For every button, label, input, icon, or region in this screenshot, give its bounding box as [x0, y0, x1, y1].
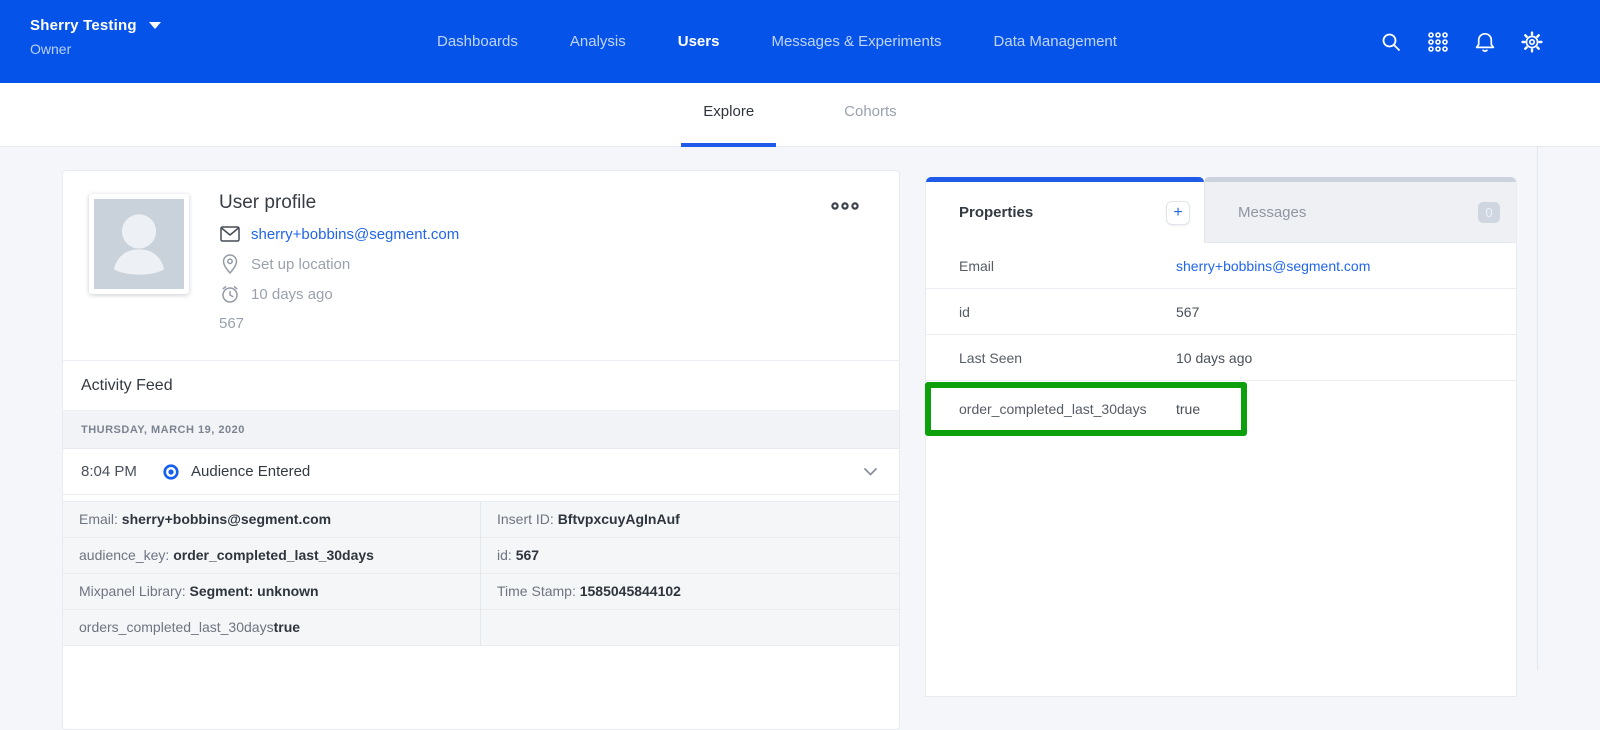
property-value: 10 days ago	[1176, 350, 1252, 366]
property-key: id	[926, 304, 1176, 320]
tab-messages[interactable]: Messages 0	[1204, 177, 1516, 243]
profile-distinct-id: 567	[219, 315, 459, 332]
nav-item-messages-experiments[interactable]: Messages & Experiments	[771, 33, 941, 50]
activity-date-header: THURSDAY, MARCH 19, 2020	[63, 411, 899, 449]
property-key: order_completed_last_30days	[926, 401, 1176, 417]
audience-entered-icon	[163, 464, 179, 480]
workspace-name: Sherry Testing	[30, 17, 137, 34]
clock-icon	[219, 284, 241, 304]
nav-item-analysis[interactable]: Analysis	[570, 33, 626, 50]
property-row-email: Email sherry+bobbins@segment.com	[926, 243, 1516, 289]
property-row-last-seen: Last Seen 10 days ago	[926, 335, 1516, 381]
profile-email-row: sherry+bobbins@segment.com	[219, 224, 459, 244]
collapse-chevron-icon[interactable]	[864, 468, 877, 476]
search-icon[interactable]	[1379, 30, 1403, 54]
detail-value: 567	[516, 547, 539, 563]
event-detail-cell: Mixpanel Library: Segment: unknown	[63, 574, 481, 610]
detail-value: true	[274, 619, 300, 635]
event-detail-cell	[481, 610, 899, 646]
envelope-icon	[219, 226, 241, 242]
workspace-switcher[interactable]: Sherry Testing Owner	[30, 17, 161, 57]
nav-item-users[interactable]: Users	[678, 33, 720, 50]
messages-count-badge: 0	[1478, 202, 1500, 223]
tab-properties-label: Properties	[959, 204, 1033, 221]
tab-messages-label: Messages	[1238, 204, 1306, 221]
profile-location-value[interactable]: Set up location	[251, 256, 350, 273]
properties-panel: Properties + Messages 0 Email sherry+bob…	[925, 177, 1517, 697]
detail-label: Mixpanel Library:	[79, 583, 190, 599]
profile-lastseen-row: 10 days ago	[219, 284, 459, 304]
property-key: Last Seen	[926, 350, 1176, 366]
panel-tabs: Properties + Messages 0	[926, 177, 1516, 243]
detail-label: Email:	[79, 511, 122, 527]
avatar	[89, 194, 189, 294]
event-name: Audience Entered	[191, 463, 310, 480]
tab-properties[interactable]: Properties +	[926, 177, 1204, 243]
property-value: 567	[1176, 304, 1199, 320]
detail-label: orders_completed_last_30days	[79, 619, 274, 635]
activity-event-row[interactable]: 8:04 PM Audience Entered	[63, 449, 899, 495]
tab-explore[interactable]: Explore	[681, 103, 776, 147]
nav-item-dashboards[interactable]: Dashboards	[437, 33, 518, 50]
chevron-down-icon	[149, 22, 161, 29]
detail-value: BftvpxcuyAgInAuf	[558, 511, 680, 527]
topbar-icons	[1379, 0, 1544, 83]
more-options-icon[interactable]	[831, 201, 859, 211]
property-key: Email	[926, 258, 1176, 274]
content-edge-divider	[1537, 147, 1538, 670]
event-detail-cell: Time Stamp: 1585045844102	[481, 574, 899, 610]
event-details-grid: Email: sherry+bobbins@segment.com Insert…	[63, 501, 899, 646]
page-title: User profile	[219, 192, 459, 214]
nav-item-data-management[interactable]: Data Management	[994, 33, 1117, 50]
event-detail-cell: id: 567	[481, 538, 899, 574]
notifications-bell-icon[interactable]	[1473, 30, 1497, 54]
add-property-button[interactable]: +	[1166, 201, 1190, 225]
profile-lastseen-value: 10 days ago	[251, 286, 333, 303]
event-detail-cell: audience_key: order_completed_last_30day…	[63, 538, 481, 574]
settings-gear-icon[interactable]	[1520, 30, 1544, 54]
profile-header: User profile sherry+bobbins@segment.com	[63, 171, 899, 361]
location-pin-icon	[219, 254, 241, 274]
event-detail-cell: Email: sherry+bobbins@segment.com	[63, 502, 481, 538]
detail-label: id:	[497, 547, 516, 563]
profile-email-link[interactable]: sherry+bobbins@segment.com	[251, 226, 459, 243]
main-nav: Dashboards Analysis Users Messages & Exp…	[437, 0, 1117, 83]
property-value-email-link[interactable]: sherry+bobbins@segment.com	[1176, 258, 1370, 274]
detail-label: Insert ID:	[497, 511, 558, 527]
user-profile-card: User profile sherry+bobbins@segment.com	[62, 170, 900, 730]
detail-value: 1585045844102	[580, 583, 681, 599]
profile-location-row: Set up location	[219, 254, 459, 274]
workspace-role: Owner	[30, 41, 161, 57]
property-row-order-completed: order_completed_last_30days true	[926, 381, 1516, 437]
detail-label: audience_key:	[79, 547, 173, 563]
property-row-id: id 567	[926, 289, 1516, 335]
event-detail-cell: Insert ID: BftvpxcuyAgInAuf	[481, 502, 899, 538]
event-time: 8:04 PM	[81, 463, 159, 480]
page-tab-bar: Explore Cohorts	[0, 83, 1600, 147]
detail-value: sherry+bobbins@segment.com	[122, 511, 331, 527]
detail-label: Time Stamp:	[497, 583, 580, 599]
property-value: true	[1176, 401, 1200, 417]
apps-grid-icon[interactable]	[1426, 30, 1450, 54]
activity-feed-title: Activity Feed	[63, 361, 899, 411]
event-detail-cell: orders_completed_last_30daystrue	[63, 610, 481, 646]
tab-cohorts[interactable]: Cohorts	[822, 103, 919, 147]
detail-value: order_completed_last_30days	[173, 547, 374, 563]
detail-value: Segment: unknown	[190, 583, 319, 599]
top-navigation-bar: Sherry Testing Owner Dashboards Analysis…	[0, 0, 1600, 83]
